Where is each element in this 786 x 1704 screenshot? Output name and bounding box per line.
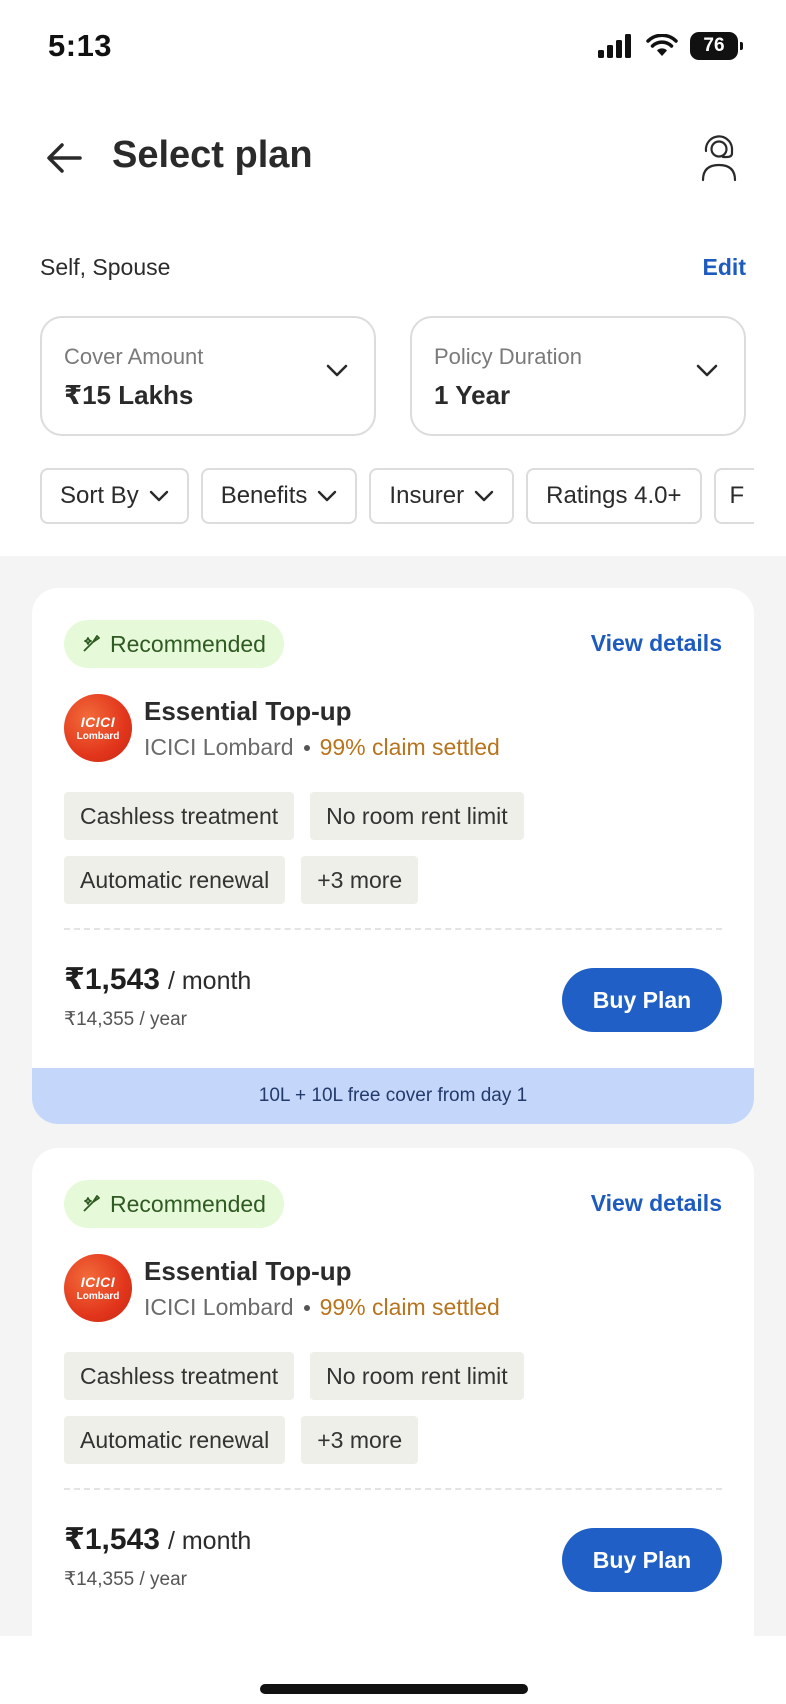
yearly-price: ₹14,355 / year — [64, 1569, 187, 1590]
plan-name: Essential Top-up — [144, 696, 352, 726]
feature-tag: Automatic renewal — [64, 856, 286, 904]
logo-text-bottom: Lombard — [76, 1291, 120, 1302]
chevron-down-icon — [474, 490, 494, 502]
filter-label: Sort By — [60, 482, 139, 509]
chevron-down-icon — [149, 490, 168, 502]
price-unit: / month — [167, 967, 252, 995]
insurer-logo: ICICI Lombard — [64, 694, 132, 762]
recommended-label: Recommended — [110, 1190, 266, 1217]
feature-tag: Cashless treatment — [64, 792, 295, 840]
feature-tags: Cashless treatment No room rent limit Au… — [64, 1352, 724, 1464]
more-features-tag[interactable]: +3 more — [301, 1416, 419, 1464]
status-icons: 76 — [598, 32, 743, 60]
feature-tags: Cashless treatment No room rent limit Au… — [64, 792, 724, 904]
arrow-left-icon — [47, 143, 82, 173]
plan-name: Essential Top-up — [144, 1256, 352, 1286]
filter-more-partial[interactable]: F — [713, 468, 754, 524]
recommended-label: Recommended — [110, 630, 266, 657]
support-button[interactable] — [692, 128, 746, 186]
cover-amount-value: ₹15 Lakhs — [64, 380, 194, 410]
feature-tag: Automatic renewal — [64, 1416, 286, 1464]
insurer-name: ICICI Lombard — [144, 1294, 294, 1320]
price-amount: ₹1,543 — [64, 963, 160, 996]
recommended-badge: Recommended — [64, 1180, 284, 1228]
chevron-down-icon — [318, 490, 337, 502]
plan-results-list: Recommended View details ICICI Lombard E… — [0, 556, 786, 1704]
logo-text-bottom: Lombard — [76, 731, 120, 742]
signal-icon — [598, 34, 631, 58]
insurer-name: ICICI Lombard — [144, 734, 294, 760]
policy-duration-dropdown[interactable]: Policy Duration 1 Year — [410, 316, 746, 436]
dashed-divider — [64, 928, 722, 930]
dashed-divider — [64, 1488, 722, 1490]
headset-support-icon — [701, 135, 737, 182]
status-bar: 5:13 76 — [0, 0, 786, 92]
app-header: Select plan — [0, 110, 786, 200]
view-details-link[interactable]: View details — [591, 630, 722, 657]
more-features-tag[interactable]: +3 more — [301, 856, 419, 904]
yearly-price: ₹14,355 / year — [64, 1009, 187, 1030]
free-cover-banner: 10L + 10L free cover from day 1 — [32, 1068, 754, 1124]
page-title: Select plan — [112, 134, 313, 176]
filter-benefits[interactable]: Benefits — [200, 468, 358, 524]
logo-text-top: ICICI — [80, 714, 116, 730]
filter-insurer[interactable]: Insurer — [369, 468, 515, 524]
filter-chips: Sort By Benefits Insurer Ratings 4.0+ F — [40, 468, 754, 524]
chevron-down-icon — [696, 364, 718, 377]
sparkle-rocket-icon — [83, 635, 100, 652]
feature-tag: No room rent limit — [310, 1352, 524, 1400]
logo-text-top: ICICI — [80, 1274, 116, 1290]
filter-sort-by[interactable]: Sort By — [40, 468, 189, 524]
view-details-link[interactable]: View details — [591, 1190, 722, 1217]
home-indicator-area — [0, 1636, 786, 1704]
filter-label: F — [729, 482, 745, 509]
filter-ratings[interactable]: Ratings 4.0+ — [526, 468, 702, 524]
back-button[interactable] — [40, 134, 88, 182]
insurer-line: ICICI Lombard 99% claim settled — [144, 1294, 500, 1321]
chevron-down-icon — [326, 364, 348, 377]
policy-duration-value: 1 Year — [434, 380, 511, 410]
filter-label: Ratings 4.0+ — [546, 482, 682, 509]
cover-amount-dropdown[interactable]: Cover Amount ₹15 Lakhs — [40, 316, 376, 436]
insured-members: Self, Spouse — [40, 254, 171, 280]
sparkle-rocket-icon — [83, 1195, 100, 1212]
feature-tag: Cashless treatment — [64, 1352, 295, 1400]
price-amount: ₹1,543 — [64, 1523, 160, 1556]
monthly-price: ₹1,543 / month — [64, 962, 251, 997]
feature-tag: No room rent limit — [310, 792, 524, 840]
select-plan-screen: 5:13 76 Select plan Self, Spouse Edit Co… — [0, 0, 786, 1704]
separator-dot — [303, 744, 310, 751]
claim-settled: 99% claim settled — [319, 734, 500, 760]
status-time: 5:13 — [48, 28, 113, 63]
battery-indicator: 76 — [690, 32, 743, 60]
recommended-badge: Recommended — [64, 620, 284, 668]
home-indicator[interactable] — [260, 1684, 528, 1694]
monthly-price: ₹1,543 / month — [64, 1522, 251, 1557]
cover-amount-label: Cover Amount — [64, 344, 204, 369]
edit-members-link[interactable]: Edit — [703, 254, 746, 281]
claim-settled: 99% claim settled — [319, 1294, 500, 1320]
buy-plan-button[interactable]: Buy Plan — [562, 968, 722, 1032]
buy-plan-button[interactable]: Buy Plan — [562, 1528, 722, 1592]
separator-dot — [303, 1304, 310, 1311]
price-unit: / month — [167, 1527, 252, 1555]
filter-label: Benefits — [220, 482, 308, 509]
plan-card: Recommended View details ICICI Lombard E… — [32, 588, 754, 1124]
plan-card: Recommended View details ICICI Lombard E… — [32, 1148, 754, 1704]
wifi-icon — [646, 34, 678, 56]
policy-duration-label: Policy Duration — [434, 344, 582, 369]
insurer-logo: ICICI Lombard — [64, 1254, 132, 1322]
filter-label: Insurer — [389, 482, 465, 509]
insurer-line: ICICI Lombard 99% claim settled — [144, 734, 500, 761]
